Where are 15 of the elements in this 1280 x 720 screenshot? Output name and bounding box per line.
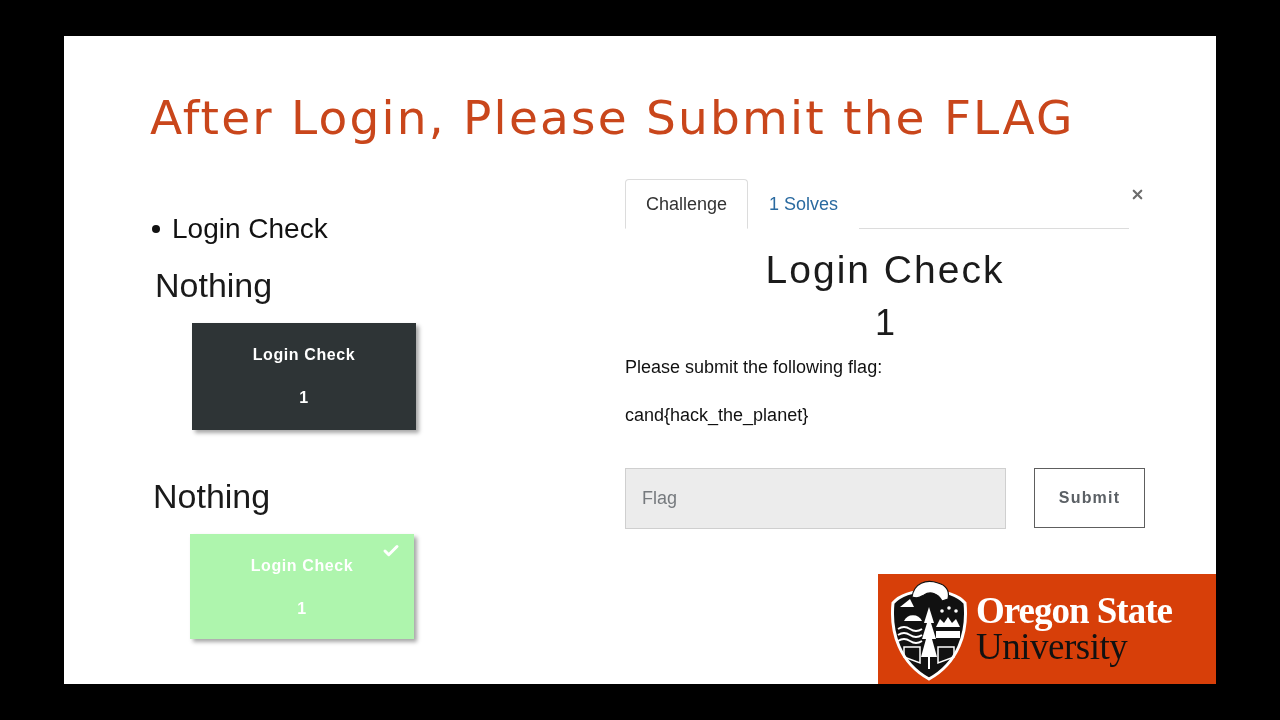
slide-title: After Login, Please Submit the FLAG: [150, 89, 1075, 147]
submit-button[interactable]: Submit: [1034, 468, 1145, 528]
challenge-value: 1: [874, 302, 896, 344]
close-icon[interactable]: [1130, 187, 1145, 202]
challenge-name: Login Check: [764, 247, 1006, 293]
bullet-text: Login Check: [172, 212, 328, 246]
logo-text: Oregon State: [976, 593, 1172, 629]
tab[interactable]: Challenge: [625, 179, 749, 229]
bullet-icon: [152, 225, 160, 233]
flag-text: cand{hack_the_planet}: [625, 404, 810, 427]
example-caption: Nothing: [155, 265, 273, 305]
challenge-description: Please submit the following flag:: [625, 356, 884, 379]
example-caption: Nothing: [153, 476, 271, 516]
flag-input[interactable]: Flag: [625, 468, 1006, 529]
challenge-card[interactable]: Login Check 1: [192, 323, 416, 430]
